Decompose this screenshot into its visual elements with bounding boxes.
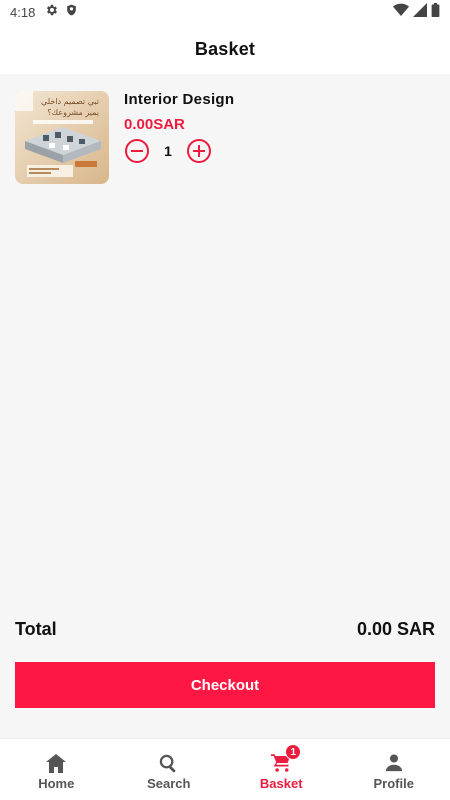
basket-item: تبي تصميم داخلي يميز مشروعك؟ Interior De…: [15, 91, 435, 186]
nav-label-profile: Profile: [373, 776, 414, 791]
item-price: 0.00SAR: [124, 116, 185, 133]
battery-icon: [431, 2, 440, 22]
checkout-button[interactable]: Checkout: [15, 662, 435, 708]
total-value: 0.00 SAR: [356, 618, 435, 639]
cart-icon: 1: [270, 744, 302, 774]
nav-item-basket[interactable]: 1 Basket: [225, 739, 338, 800]
nav-label-basket: Basket: [259, 776, 303, 791]
page-title: Basket: [194, 38, 256, 59]
wifi-icon: [393, 3, 409, 22]
quantity-stepper: 1: [124, 138, 234, 164]
quantity-value: 1: [164, 143, 172, 159]
plus-circle-icon: [187, 139, 211, 163]
nav-label-search: Search: [147, 776, 191, 791]
total-label: Total: [15, 618, 57, 639]
person-icon: [383, 752, 405, 774]
thumbnail-heading-2: يميز مشروعك؟: [47, 108, 99, 117]
nav-item-profile[interactable]: Profile: [338, 739, 450, 800]
total-row: Total 0.00 SAR: [15, 619, 435, 639]
signal-icon: [413, 2, 427, 22]
decrease-quantity-button[interactable]: [124, 138, 150, 164]
nav-item-home[interactable]: Home: [0, 739, 113, 800]
search-icon: [158, 752, 180, 774]
product-thumbnail[interactable]: تبي تصميم داخلي يميز مشروعك؟: [15, 91, 109, 184]
nav-item-search[interactable]: Search: [113, 739, 226, 800]
thumbnail-heading-1: تبي تصميم داخلي: [41, 97, 99, 106]
bottom-nav: Home Search 1 Basket Profile: [0, 738, 450, 800]
nav-label-home: Home: [38, 776, 75, 791]
basket-content: تبي تصميم داخلي يميز مشروعك؟ Interior De…: [0, 74, 450, 738]
home-icon: [45, 752, 67, 774]
status-time: 4:18: [10, 4, 36, 20]
increase-quantity-button[interactable]: [186, 138, 212, 164]
app-bar: Basket: [0, 24, 450, 74]
minus-circle-icon: [125, 139, 149, 163]
gear-icon: [45, 3, 59, 22]
item-info: Interior Design 0.00SAR 1: [124, 91, 234, 186]
status-bar: 4:18: [0, 0, 450, 24]
shield-icon: [65, 3, 78, 22]
item-name: Interior Design: [124, 91, 235, 108]
cart-badge: 1: [285, 744, 302, 760]
